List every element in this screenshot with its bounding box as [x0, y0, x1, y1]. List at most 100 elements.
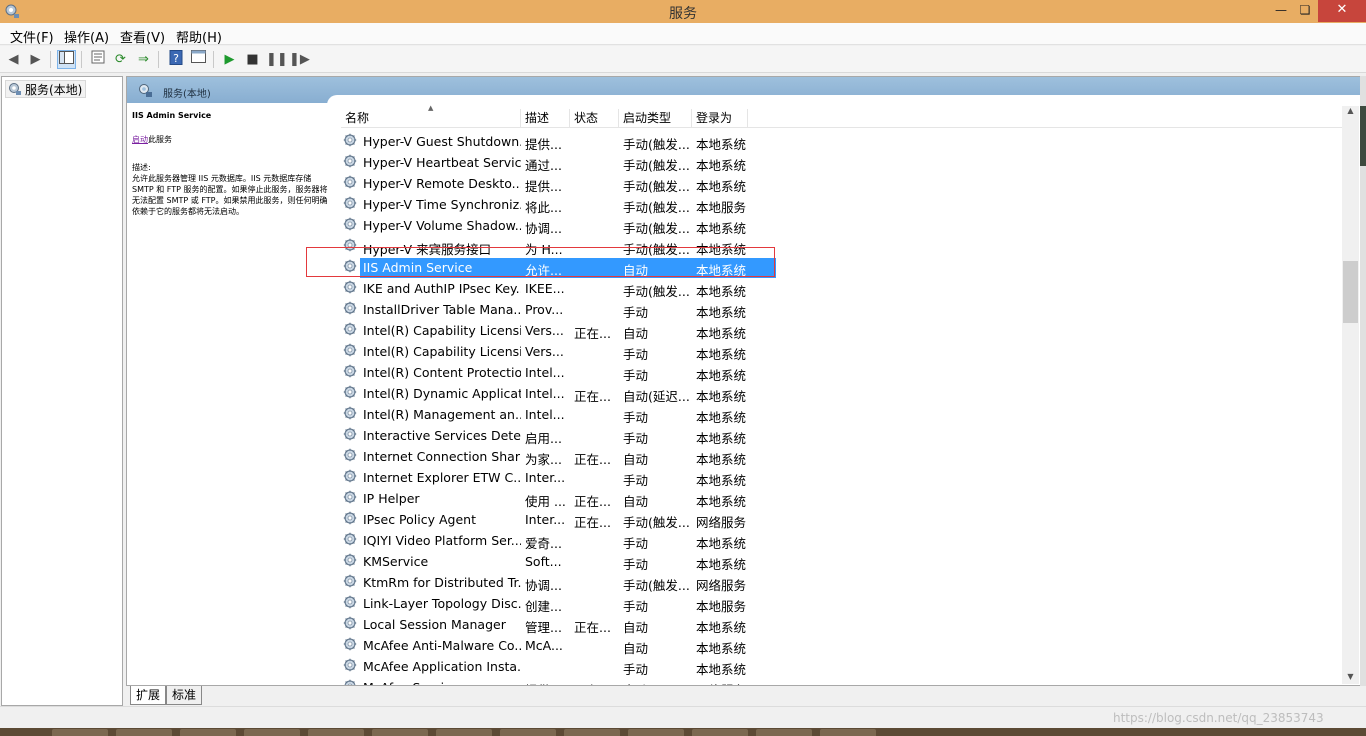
restart-icon[interactable]: ❚▶	[289, 50, 310, 69]
menu-file[interactable]: 文件(F)	[10, 27, 54, 46]
service-logon-cell: 本地系统	[696, 326, 747, 341]
description-label: 描述:	[132, 163, 151, 172]
tab-extended[interactable]: 扩展	[130, 686, 167, 705]
service-row[interactable]: IPsec Policy Agent Inter... 正在... 手动(触发... 网…	[341, 509, 1343, 530]
service-row[interactable]: IKE and AuthIP IPsec Key... IKEE... 手动(触发.…	[341, 278, 1343, 299]
export-icon[interactable]: ⇒	[134, 50, 153, 69]
scrollbar-thumb[interactable]	[1343, 261, 1358, 323]
service-logon-cell: 本地系统	[696, 431, 747, 446]
toolbar-divider	[81, 51, 82, 68]
service-gear-icon	[343, 154, 359, 170]
service-logon-cell: 本地服务	[696, 200, 747, 215]
taskbar-button[interactable]	[308, 729, 364, 736]
taskbar-button[interactable]	[692, 729, 748, 736]
taskbar-button[interactable]	[436, 729, 492, 736]
service-description-cell: Intel...	[525, 365, 565, 380]
service-row[interactable]: KMService Soft... 手动 本地系统	[341, 551, 1343, 572]
service-name-cell: Hyper-V Guest Shutdown...	[363, 134, 521, 149]
service-startup-cell: 手动	[623, 557, 649, 572]
service-gear-icon	[343, 217, 359, 233]
service-row[interactable]: McAfee Anti-Malware Co... McA... 自动 本地系统	[341, 635, 1343, 656]
taskbar-button[interactable]	[244, 729, 300, 736]
taskbar-button[interactable]	[820, 729, 876, 736]
maximize-button[interactable]: ❏	[1292, 0, 1318, 22]
service-name-cell: Hyper-V Time Synchroniz...	[363, 197, 521, 212]
help-icon[interactable]: ?	[166, 50, 185, 69]
refresh-icon[interactable]: ⟳	[111, 50, 130, 69]
service-name-cell: Intel(R) Capability Licensi...	[363, 344, 521, 359]
taskbar-button[interactable]	[52, 729, 108, 736]
column-startup-type[interactable]: 启动类型	[619, 109, 692, 128]
view-icon[interactable]	[189, 50, 208, 69]
taskbar-button[interactable]	[564, 729, 620, 736]
service-logon-cell: 本地系统	[696, 221, 747, 236]
service-row[interactable]: Intel(R) Capability Licensi... Vers... 正在.…	[341, 320, 1343, 341]
service-description-cell: 使用 ...	[525, 494, 566, 509]
service-row[interactable]: Hyper-V Heartbeat Service 通过... 手动(触发... 本地…	[341, 152, 1343, 173]
taskbar-button[interactable]	[372, 729, 428, 736]
service-logon-cell: 本地系统	[696, 620, 747, 635]
properties-icon[interactable]	[88, 50, 107, 69]
service-row[interactable]: Hyper-V Guest Shutdown... 提供... 手动(触发... 本地…	[341, 131, 1343, 152]
service-logon-cell: 本地系统	[696, 347, 747, 362]
service-row[interactable]: Interactive Services Dete... 启用... 手动 本地系统	[341, 425, 1343, 446]
stop-icon[interactable]: ■	[243, 50, 262, 69]
menu-view[interactable]: 查看(V)	[120, 27, 165, 46]
taskbar-button[interactable]	[500, 729, 556, 736]
service-row[interactable]: Link-Layer Topology Disc... 创建... 手动 本地服务	[341, 593, 1343, 614]
service-row[interactable]: McAfee Service... 提供... 正在... 自动网络服务	[341, 677, 1343, 685]
minimize-button[interactable]: —	[1268, 0, 1294, 22]
tree-item-services-local[interactable]: 服务(本地)	[5, 80, 87, 98]
service-name-cell: InstallDriver Table Mana...	[363, 302, 521, 317]
scroll-down-icon[interactable]: ▼	[1342, 672, 1359, 684]
start-service-line: 启动此服务	[132, 134, 332, 145]
service-row[interactable]: IP Helper 使用 ... 正在... 自动 本地系统	[341, 488, 1343, 509]
column-status[interactable]: 状态	[570, 109, 619, 128]
service-row[interactable]: Intel(R) Dynamic Applicat... Intel... 正在..…	[341, 383, 1343, 404]
taskbar-button[interactable]	[180, 729, 236, 736]
back-icon[interactable]: ◀	[4, 50, 23, 69]
service-logon-cell: 本地系统	[696, 662, 747, 677]
service-startup-cell: 自动	[623, 680, 691, 685]
service-row[interactable]: KtmRm for Distributed Tr... 协调... 手动(触发...…	[341, 572, 1343, 593]
taskbar-button[interactable]	[628, 729, 684, 736]
scroll-up-icon[interactable]: ▲	[1342, 106, 1359, 118]
service-name-cell: Link-Layer Topology Disc...	[363, 596, 521, 611]
service-row[interactable]: Hyper-V Volume Shadow... 协调... 手动(触发... 本地系…	[341, 215, 1343, 236]
console-tree-icon[interactable]	[57, 50, 76, 69]
tab-standard[interactable]: 标准	[166, 686, 203, 705]
service-row[interactable]: Internet Explorer ETW C... Inter... 手动 本地系统	[341, 467, 1343, 488]
column-description[interactable]: 描述	[521, 109, 570, 128]
taskbar-button[interactable]	[116, 729, 172, 736]
start-service-link[interactable]: 启动	[132, 135, 148, 144]
forward-icon[interactable]: ▶	[26, 50, 45, 69]
tree-item-label: 服务(本地)	[25, 82, 83, 97]
service-startup-cell: 手动	[623, 662, 649, 677]
service-row[interactable]: McAfee Application Insta... 手动 本地系统	[341, 656, 1343, 677]
service-row[interactable]: IQIYI Video Platform Ser... 爱奇... 手动 本地系统	[341, 530, 1343, 551]
service-row[interactable]: Intel(R) Capability Licensi... Vers... 手动 本…	[341, 341, 1343, 362]
service-row[interactable]: Hyper-V Time Synchroniz... 将此... 手动(触发... 本…	[341, 194, 1343, 215]
vertical-scrollbar[interactable]: ▲ ▼	[1342, 106, 1359, 684]
service-row[interactable]: Intel(R) Content Protectio... Intel... 手动 本…	[341, 362, 1343, 383]
service-row[interactable]: InstallDriver Table Mana... Prov... 手动 本地系统	[341, 299, 1343, 320]
play-icon[interactable]: ▶	[220, 50, 239, 69]
service-row[interactable]: Hyper-V Remote Deskto... 提供... 手动(触发... 本地系…	[341, 173, 1343, 194]
column-logon-as[interactable]: 登录为	[692, 109, 748, 128]
menu-help[interactable]: 帮助(H)	[176, 27, 222, 46]
service-row[interactable]: Local Session Manager 管理... 正在... 自动 本地系统	[341, 614, 1343, 635]
service-row[interactable]: Intel(R) Management an... Intel... 手动 本地系统	[341, 404, 1343, 425]
service-logon-cell: 本地系统	[696, 284, 747, 299]
toolbar-divider	[158, 51, 159, 68]
menu-bar: 文件(F) 操作(A) 查看(V) 帮助(H)	[0, 23, 1366, 46]
service-row[interactable]: Internet Connection Shari... 为家... 正在... 自动…	[341, 446, 1343, 467]
service-logon-cell: 网络服务	[696, 680, 756, 685]
pause-icon[interactable]: ❚❚	[266, 50, 288, 69]
column-name[interactable]: 名称	[341, 109, 521, 128]
close-button[interactable]: ✕	[1318, 0, 1366, 22]
taskbar-button[interactable]	[756, 729, 812, 736]
service-startup-cell: 手动	[623, 536, 649, 551]
service-gear-icon	[343, 679, 359, 685]
menu-action[interactable]: 操作(A)	[64, 27, 109, 46]
service-description-cell: Prov...	[525, 302, 564, 317]
